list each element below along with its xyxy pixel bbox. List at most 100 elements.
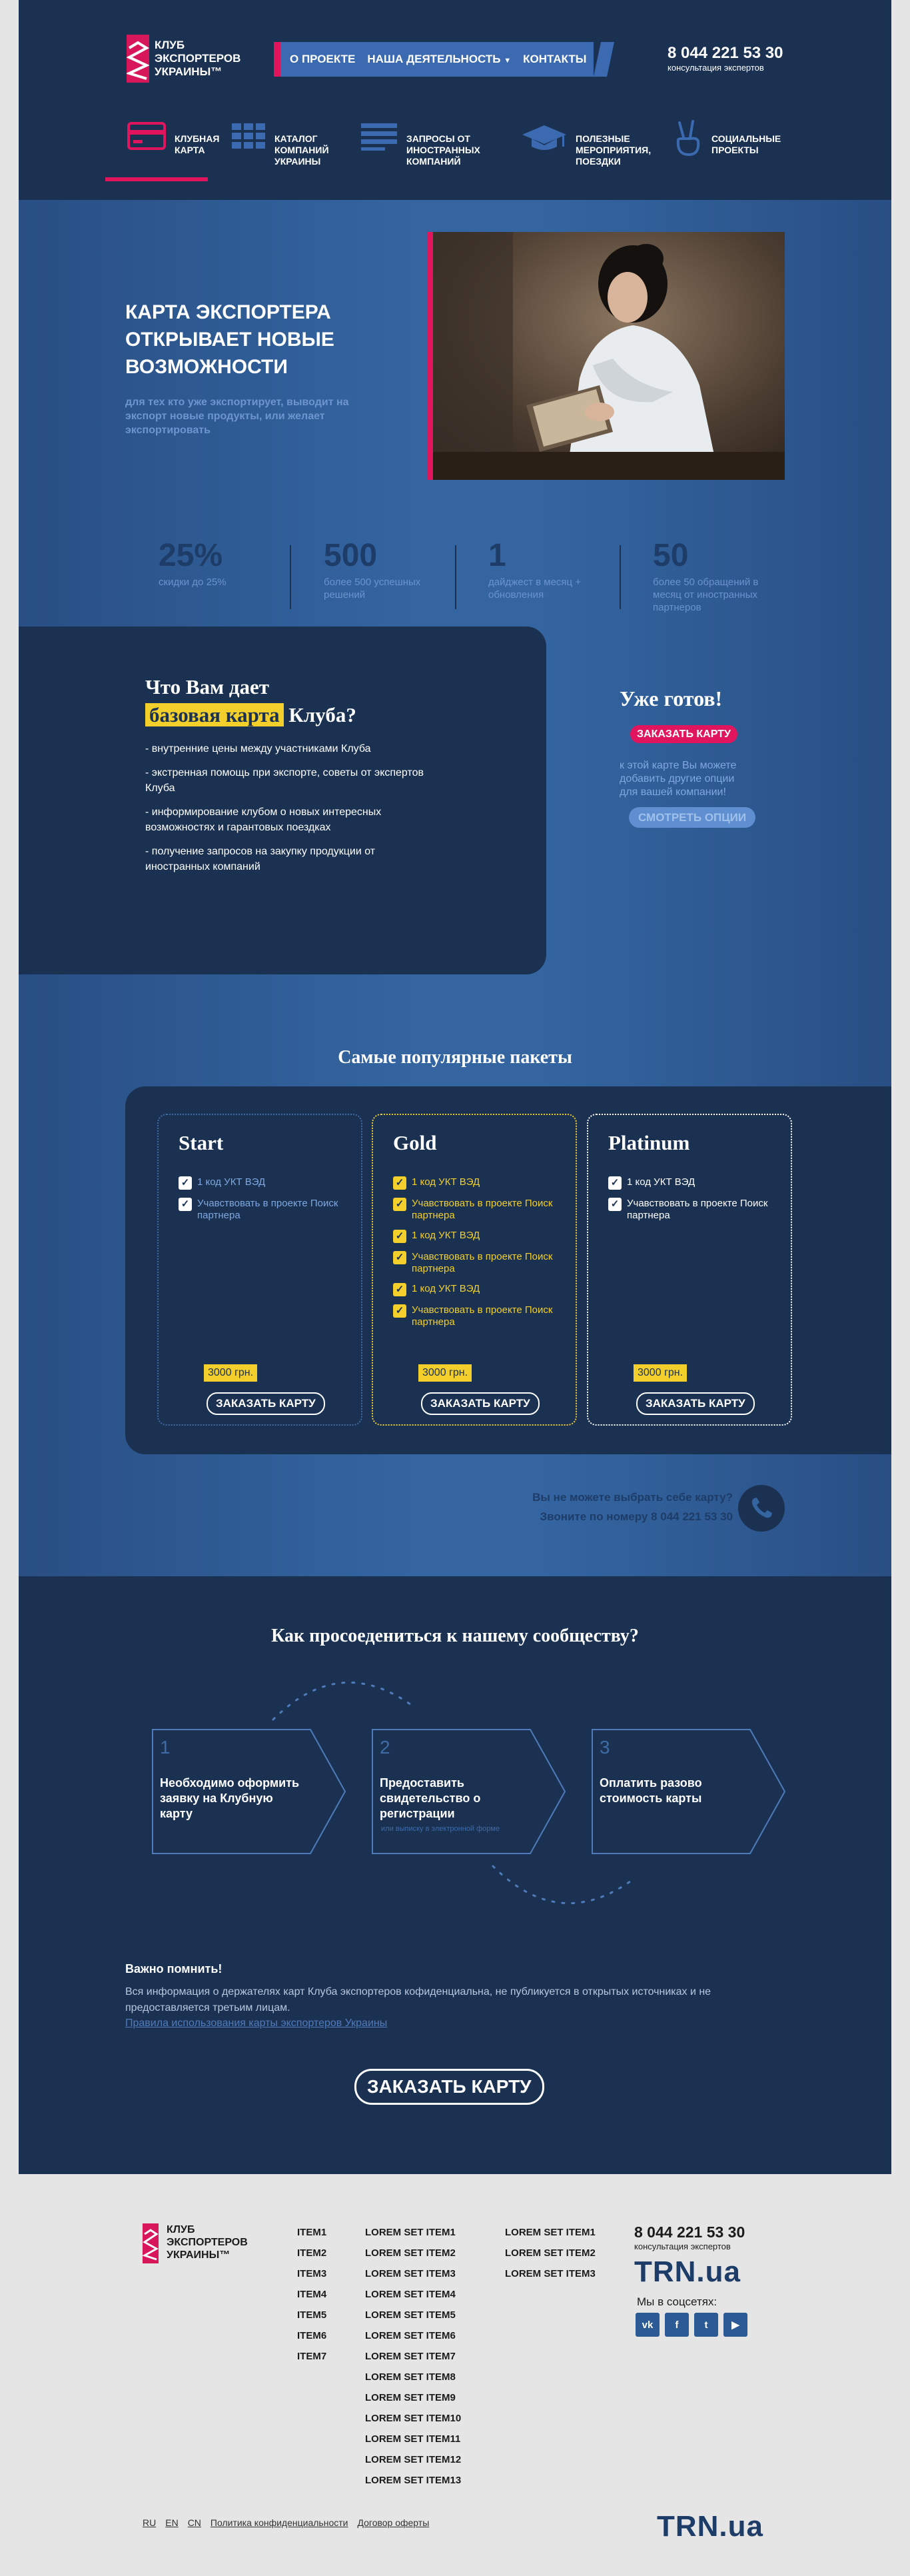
social-links: vk f t ▶ — [636, 2313, 767, 2337]
ready-title: Уже готов! — [620, 686, 723, 710]
dotted-arc-top — [272, 1681, 414, 1721]
feature-text: Учавствовать в проекте Поиск партнера — [412, 1251, 553, 1274]
benefit-item: - информирование клубом о новых интересн… — [145, 806, 382, 833]
footer-col-2: LOREM SET ITEM1 LOREM SET ITEM2 LOREM SE… — [365, 2222, 461, 2491]
check-icon: ✓ — [393, 1283, 406, 1296]
header-phone-caption: консультация экспертов — [668, 63, 764, 73]
basic-title-highlight: базовая карта — [145, 703, 284, 726]
footer-link[interactable]: LOREM SET ITEM3 — [505, 2263, 596, 2284]
order-card-button[interactable]: ЗАКАЗАТЬ КАРТУ — [630, 725, 737, 743]
footer-logo-text[interactable]: КЛУБ ЭКСПОРТЕРОВ УКРАИНЫ™ — [167, 2223, 248, 2261]
footer-link[interactable]: ITEM4 — [297, 2284, 326, 2305]
stat-value: 50 — [653, 538, 689, 573]
service-foreign-requests[interactable]: ЗАПРОСЫ ОТ ИНОСТРАННЫХ КОМПАНИЙ — [360, 120, 493, 180]
benefit-item: - экстренная помощь при экспорте, советы… — [145, 767, 424, 794]
footer-logo-line: УКРАИНЫ™ — [167, 2249, 230, 2261]
stat-value: 500 — [324, 538, 378, 573]
footer-link[interactable]: LOREM SET ITEM5 — [365, 2305, 461, 2325]
step-text: Необходимо оформить заявку на Клубную ка… — [160, 1776, 300, 1820]
footer-col-1: ITEM1 ITEM2 ITEM3 ITEM4 ITEM5 ITEM6 ITEM… — [297, 2222, 326, 2367]
step-hint: или выписку в электронной форме — [381, 1825, 500, 1833]
footer-link[interactable]: ITEM2 — [297, 2243, 326, 2263]
stat-label: более 500 успешных решений — [324, 577, 421, 601]
service-label: КАТАЛОГ КОМПАНИЙ УКРАИНЫ — [274, 133, 329, 167]
footer-link[interactable]: LOREM SET ITEM2 — [365, 2243, 461, 2263]
footer-link[interactable]: LOREM SET ITEM10 — [365, 2408, 461, 2429]
offer-link[interactable]: Договор оферты — [357, 2517, 429, 2528]
package-name: Start — [179, 1131, 224, 1154]
package-start: Start ✓ 1 код УКТ ВЭД ✓ Учавствовать в про… — [157, 1114, 362, 1426]
footer-link[interactable]: LOREM SET ITEM3 — [365, 2263, 461, 2284]
benefit-item: - внутренние цены между участниками Клуб… — [145, 743, 371, 754]
phone-icon[interactable] — [738, 1485, 785, 1532]
privacy-link[interactable]: Политика конфиденциальности — [211, 2517, 348, 2528]
order-start-button[interactable]: ЗАКАЗАТЬ КАРТУ — [207, 1392, 325, 1415]
join-step-2: 2 Предоставить свидетельство о регистрац… — [372, 1729, 566, 1854]
package-price: 3000 грн. — [204, 1364, 258, 1382]
footer-link[interactable]: LOREM SET ITEM8 — [365, 2367, 461, 2387]
service-club-card[interactable]: КЛУБНАЯ КАРТА — [127, 120, 228, 180]
service-label: СОЦИАЛЬНЫЕ ПРОЕКТЫ — [711, 133, 781, 155]
footer-link[interactable]: LOREM SET ITEM12 — [365, 2449, 461, 2470]
vk-icon[interactable]: vk — [636, 2313, 660, 2337]
step-text: Оплатить разово стоимость карты — [600, 1776, 702, 1805]
order-platinum-button[interactable]: ЗАКАЗАТЬ КАРТУ — [636, 1392, 755, 1415]
package-features: ✓ 1 код УКТ ВЭД ✓ Учавствовать в проекте П… — [608, 1176, 768, 1230]
check-icon: ✓ — [608, 1176, 622, 1190]
check-icon: ✓ — [608, 1198, 622, 1211]
order-gold-button[interactable]: ЗАКАЗАТЬ КАРТУ — [421, 1392, 540, 1415]
footer-link[interactable]: LOREM SET ITEM13 — [365, 2470, 461, 2491]
footer-link[interactable]: ITEM5 — [297, 2305, 326, 2325]
hero-subtitle: для тех кто уже экспортирует, выводит на… — [125, 397, 349, 436]
rules-link[interactable]: Правила использования карты экспортеров … — [125, 2016, 765, 2031]
lang-ru-link[interactable]: RU — [143, 2517, 156, 2528]
hero-photo — [428, 232, 785, 480]
footer-link[interactable]: LOREM SET ITEM11 — [365, 2429, 461, 2449]
cant-choose-line: Вы не можете выбрать себе карту? — [532, 1491, 733, 1504]
footer-brand-bottom[interactable]: TRN.ua — [657, 2510, 763, 2543]
hero-title-line: КАРТА ЭКСПОРТЕРА — [125, 301, 331, 323]
footer-phone[interactable]: 8 044 221 53 30 — [634, 2223, 767, 2241]
lang-en-link[interactable]: EN — [165, 2517, 178, 2528]
service-social[interactable]: СОЦИАЛЬНЫЕ ПРОЕКТЫ — [673, 120, 791, 180]
feature-text: Учавствовать в проекте Поиск партнера — [627, 1198, 768, 1221]
logo-line-3: УКРАИНЫ™ — [155, 65, 223, 78]
package-gold: Gold ✓ 1 код УКТ ВЭД ✓ Учавствовать в прое… — [372, 1114, 577, 1426]
footer-link[interactable]: ITEM1 — [297, 2222, 326, 2243]
feature-text: 1 код УКТ ВЭД — [627, 1176, 695, 1188]
footer-logo-line: КЛУБ — [167, 2224, 195, 2235]
footer-link[interactable]: LOREM SET ITEM2 — [505, 2243, 596, 2263]
footer-link[interactable]: LOREM SET ITEM1 — [505, 2222, 596, 2243]
basic-card-content: Что Вам дает базовая карта Клуба? - внут… — [145, 673, 425, 883]
service-catalog[interactable]: КАТАЛОГ КОМПАНИЙ УКРАИНЫ — [230, 120, 341, 180]
check-icon: ✓ — [393, 1198, 406, 1211]
nav-contacts[interactable]: КОНТАКТЫ — [523, 53, 586, 66]
footer-link[interactable]: LOREM SET ITEM9 — [365, 2387, 461, 2408]
header-phone[interactable]: 8 044 221 53 30 — [668, 44, 783, 63]
footer-logo-icon[interactable] — [142, 2223, 159, 2263]
facebook-icon[interactable]: f — [665, 2313, 689, 2337]
service-label: ЗАПРОСЫ ОТ ИНОСТРАННЫХ КОМПАНИЙ — [406, 133, 480, 167]
package-price: 3000 грн. — [634, 1364, 687, 1382]
service-events[interactable]: ПОЛЕЗНЫЕ МЕРОПРИЯТИЯ, ПОЕЗДКИ — [521, 120, 662, 180]
order-card-big-button[interactable]: ЗАКАЗАТЬ КАРТУ — [354, 2069, 544, 2105]
footer-brand-logo[interactable]: TRN.ua — [634, 2255, 767, 2289]
card-icon — [127, 122, 166, 150]
footer-link[interactable]: ITEM7 — [297, 2346, 326, 2367]
footer-link[interactable]: LOREM SET ITEM6 — [365, 2325, 461, 2346]
footer-link[interactable]: LOREM SET ITEM1 — [365, 2222, 461, 2243]
view-options-button[interactable]: СМОТРЕТЬ ОПЦИИ — [629, 807, 756, 828]
logo-text[interactable]: КЛУБ ЭКСПОРТЕРОВ УКРАИНЫ™ — [155, 39, 240, 79]
lang-cn-link[interactable]: CN — [188, 2517, 201, 2528]
logo-icon[interactable] — [127, 35, 149, 83]
footer-link[interactable]: LOREM SET ITEM7 — [365, 2346, 461, 2367]
footer-link[interactable]: LOREM SET ITEM4 — [365, 2284, 461, 2305]
youtube-icon[interactable]: ▶ — [723, 2313, 747, 2337]
basic-card-benefits: - внутренние цены между участниками Клуб… — [145, 741, 425, 874]
nav-activity[interactable]: НАША ДЕЯТЕЛЬНОСТЬ ▼ — [367, 53, 511, 66]
footer-link[interactable]: ITEM3 — [297, 2263, 326, 2284]
twitter-icon[interactable]: t — [694, 2313, 718, 2337]
nav-about[interactable]: О ПРОЕКТЕ — [290, 53, 355, 66]
top-nav: О ПРОЕКТЕ НАША ДЕЯТЕЛЬНОСТЬ ▼ КОНТАКТЫ — [274, 42, 594, 77]
footer-link[interactable]: ITEM6 — [297, 2325, 326, 2346]
